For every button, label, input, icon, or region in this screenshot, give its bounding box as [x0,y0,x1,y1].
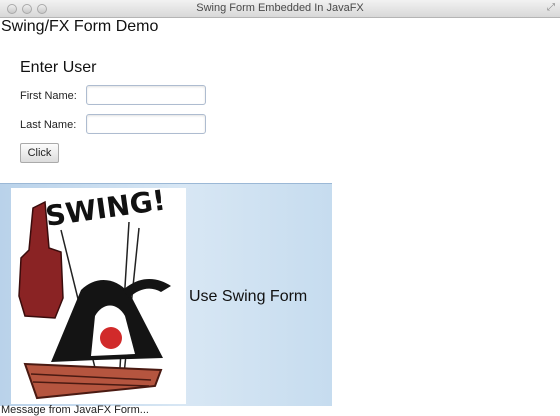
first-name-label: First Name: [20,90,77,102]
window-title-bar: Swing Form Embedded In JavaFX ⤢ [0,0,560,18]
app-title: Swing/FX Form Demo [1,18,159,35]
use-swing-form-button[interactable]: SWING! Use Swing Form [0,183,332,406]
last-name-label: Last Name: [20,119,77,131]
duke-swing-mascot-icon: SWING! [11,183,186,404]
use-swing-form-label: Use Swing Form [189,288,308,305]
swing-logo-text: SWING! [43,188,167,233]
click-button[interactable]: Click [20,143,59,163]
first-name-field[interactable] [86,85,206,105]
fullscreen-icon[interactable]: ⤢ [547,2,555,13]
last-name-field[interactable] [86,114,206,134]
status-message: Message from JavaFX Form... [1,404,149,416]
window-title: Swing Form Embedded In JavaFX [196,2,364,14]
form-heading: Enter User [20,59,97,76]
